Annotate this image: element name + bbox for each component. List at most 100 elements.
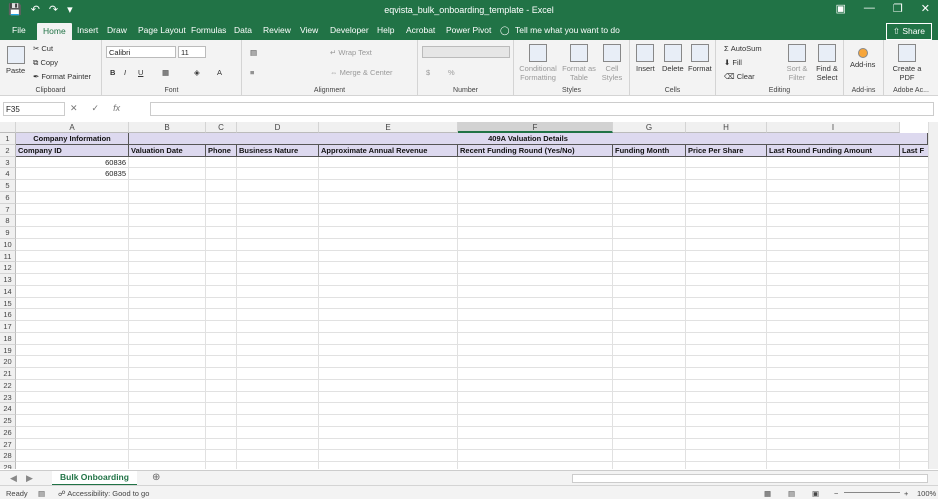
header-cell-j[interactable]: Last F xyxy=(900,144,928,157)
tab-review[interactable]: Review xyxy=(263,25,291,35)
worksheet-grid[interactable]: A B C D E F G H I 1 2 3 4 5 6 7 8 9 10 11 12 13 14 15 16 17 18 19 20… xyxy=(0,122,928,469)
header-cell-c[interactable]: Phone xyxy=(206,144,237,157)
format-as-table-button[interactable]: Format as Table xyxy=(562,44,596,82)
row-header-3[interactable]: 3 xyxy=(0,156,16,169)
italic-button[interactable]: I xyxy=(124,68,126,77)
row-header-28[interactable]: 28 xyxy=(0,450,16,462)
row-header-19[interactable]: 19 xyxy=(0,344,16,357)
fx-icon[interactable]: fx xyxy=(113,103,120,114)
restore-icon[interactable]: ❐ xyxy=(893,2,903,15)
addins-button[interactable]: Add-ins xyxy=(850,44,875,69)
name-box[interactable]: F35 xyxy=(3,102,65,116)
tab-home[interactable]: Home xyxy=(37,23,72,40)
zoom-slider[interactable] xyxy=(844,492,900,493)
row-header-2[interactable]: 2 xyxy=(0,144,16,157)
bold-button[interactable]: B xyxy=(110,68,115,77)
normal-view-icon[interactable]: ▦ xyxy=(764,489,771,498)
row-header-24[interactable]: 24 xyxy=(0,403,16,415)
align-left-icon[interactable]: ≡ xyxy=(250,68,254,77)
clear-button[interactable]: ⌫ Clear xyxy=(724,72,755,81)
row-header-14[interactable]: 14 xyxy=(0,285,16,298)
header-cell-b[interactable]: Valuation Date xyxy=(129,144,206,157)
accessibility-status[interactable]: ☍ Accessibility: Good to go xyxy=(58,489,149,498)
format-cells-button[interactable]: Format xyxy=(688,44,712,73)
header-cell-i[interactable]: Last Round Funding Amount xyxy=(767,144,900,157)
row-header-29[interactable]: 29 xyxy=(0,462,16,469)
company-id-cell[interactable]: 60836 xyxy=(16,156,129,169)
tell-me-search[interactable]: Tell me what you want to do xyxy=(515,25,620,35)
group-company-information[interactable]: Company Information xyxy=(16,133,129,145)
cancel-icon[interactable]: ✕ xyxy=(70,103,78,114)
next-sheet-icon[interactable]: ▶ xyxy=(26,473,33,484)
column-header-c[interactable]: C xyxy=(206,122,237,133)
row-header-23[interactable]: 23 xyxy=(0,391,16,404)
group-409a-valuation-details[interactable]: 409A Valuation Details xyxy=(129,133,928,145)
row-header-13[interactable]: 13 xyxy=(0,274,16,286)
cell-styles-button[interactable]: Cell Styles xyxy=(598,44,626,82)
merge-center-button[interactable]: ⇔ Merge & Center xyxy=(330,68,393,77)
tab-insert[interactable]: Insert xyxy=(77,25,98,35)
page-layout-view-icon[interactable]: ▤ xyxy=(788,489,795,498)
number-format-select[interactable] xyxy=(422,46,510,58)
close-icon[interactable]: ✕ xyxy=(921,2,930,15)
align-top-icon[interactable]: ▤ xyxy=(250,48,257,57)
tab-draw[interactable]: Draw xyxy=(107,25,127,35)
conditional-formatting-button[interactable]: Conditional Formatting xyxy=(518,44,558,82)
column-header-b[interactable]: B xyxy=(129,122,206,133)
font-name-select[interactable]: Calibri xyxy=(106,46,176,58)
paste-button[interactable]: Paste xyxy=(6,46,25,75)
cut-button[interactable]: ✂ Cut xyxy=(33,44,53,53)
tab-view[interactable]: View xyxy=(300,25,318,35)
autosum-button[interactable]: Σ AutoSum xyxy=(724,44,762,53)
page-break-view-icon[interactable]: ▣ xyxy=(812,489,819,498)
column-header-e[interactable]: E xyxy=(319,122,458,133)
header-cell-e[interactable]: Approximate Annual Revenue xyxy=(319,144,458,157)
row-header-9[interactable]: 9 xyxy=(0,227,16,239)
tab-file[interactable]: File xyxy=(12,25,26,35)
row-header-16[interactable]: 16 xyxy=(0,309,16,321)
row-header-10[interactable]: 10 xyxy=(0,238,16,251)
ribbon-display-icon[interactable]: ▣ xyxy=(836,2,846,15)
create-pdf-button[interactable]: Create a PDF xyxy=(890,44,924,82)
header-cell-d[interactable]: Business Nature xyxy=(237,144,319,157)
column-header-h[interactable]: H xyxy=(686,122,767,133)
tab-data[interactable]: Data xyxy=(234,25,252,35)
row-header-25[interactable]: 25 xyxy=(0,415,16,427)
column-header-f[interactable]: F xyxy=(458,122,613,133)
column-header-a[interactable]: A xyxy=(16,122,129,133)
row-header-22[interactable]: 22 xyxy=(0,379,16,392)
add-sheet-icon[interactable]: ⊕ xyxy=(152,472,160,483)
fill-color-icon[interactable]: ◈ xyxy=(194,68,200,77)
row-header-6[interactable]: 6 xyxy=(0,191,16,204)
company-id-cell[interactable]: 60835 xyxy=(16,168,129,180)
delete-cells-button[interactable]: Delete xyxy=(662,44,684,73)
column-header-i[interactable]: I xyxy=(767,122,900,133)
sort-filter-button[interactable]: Sort & Filter xyxy=(784,44,810,82)
insert-cells-button[interactable]: Insert xyxy=(636,44,655,73)
tab-acrobat[interactable]: Acrobat xyxy=(406,25,435,35)
wrap-text-button[interactable]: ↵ Wrap Text xyxy=(330,48,372,57)
currency-icon[interactable]: $ xyxy=(426,68,430,77)
row-header-27[interactable]: 27 xyxy=(0,438,16,451)
share-button[interactable]: ⇧ Share xyxy=(885,23,932,40)
vertical-scrollbar[interactable] xyxy=(928,122,938,469)
formula-input[interactable] xyxy=(150,102,934,116)
column-header-g[interactable]: G xyxy=(613,122,686,133)
row-header-1[interactable]: 1 xyxy=(0,133,16,145)
percent-icon[interactable]: % xyxy=(448,68,455,77)
header-cell-f[interactable]: Recent Funding Round (Yes/No) xyxy=(458,144,613,157)
tab-developer[interactable]: Developer xyxy=(330,25,369,35)
tab-power-pivot[interactable]: Power Pivot xyxy=(446,25,491,35)
row-header-18[interactable]: 18 xyxy=(0,332,16,345)
row-header-8[interactable]: 8 xyxy=(0,215,16,227)
format-painter-button[interactable]: ✒ Format Painter xyxy=(33,72,91,81)
row-header-21[interactable]: 21 xyxy=(0,368,16,380)
row-header-7[interactable]: 7 xyxy=(0,203,16,216)
tab-help[interactable]: Help xyxy=(377,25,394,35)
zoom-out-icon[interactable]: − xyxy=(834,489,838,498)
row-header-15[interactable]: 15 xyxy=(0,297,16,310)
header-cell-a[interactable]: Company ID xyxy=(16,144,129,157)
tab-page-layout[interactable]: Page Layout xyxy=(138,25,186,35)
header-cell-h[interactable]: Price Per Share xyxy=(686,144,767,157)
copy-button[interactable]: ⧉ Copy xyxy=(33,58,58,68)
